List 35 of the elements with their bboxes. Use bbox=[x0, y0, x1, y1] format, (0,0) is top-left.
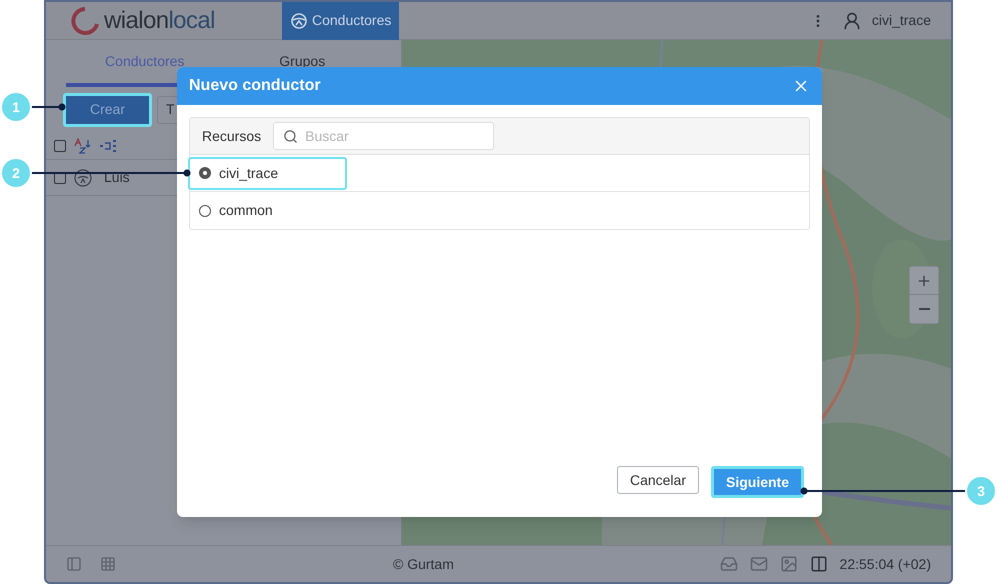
inbox-icon[interactable] bbox=[720, 555, 738, 573]
callout-badge: 1 bbox=[0, 91, 32, 123]
search-icon bbox=[283, 129, 298, 144]
panel-toggle-icon[interactable] bbox=[66, 556, 82, 572]
image-icon[interactable] bbox=[780, 555, 798, 573]
user-name[interactable]: civi_trace bbox=[872, 10, 931, 31]
logo-icon bbox=[70, 6, 100, 36]
resource-option[interactable]: civi_trace bbox=[188, 156, 347, 190]
layout-icon[interactable] bbox=[810, 555, 828, 573]
user-icon[interactable] bbox=[842, 10, 862, 30]
column-label: Recursos bbox=[202, 126, 262, 146]
steering-wheel-icon bbox=[290, 12, 308, 30]
search-field[interactable]: Buscar bbox=[273, 122, 494, 150]
mail-icon[interactable] bbox=[750, 555, 768, 573]
radio-button[interactable] bbox=[199, 204, 211, 216]
grid-icon[interactable] bbox=[100, 556, 116, 572]
leader-line bbox=[30, 103, 66, 111]
copyright-text: © Gurtam bbox=[393, 554, 454, 574]
sort-icon[interactable] bbox=[74, 138, 92, 154]
module-tab[interactable]: Conductores bbox=[282, 2, 400, 40]
logo[interactable]: wialonlocal bbox=[70, 2, 280, 38]
radio-button[interactable] bbox=[199, 167, 211, 179]
cancel-button[interactable]: Cancelar bbox=[616, 466, 699, 494]
row-checkbox[interactable] bbox=[54, 172, 66, 184]
next-button[interactable]: Siguiente bbox=[710, 466, 804, 498]
driver-avatar-icon bbox=[74, 168, 92, 186]
clock-time: 22:55:04 (+02) bbox=[840, 554, 931, 574]
callout-badge: 2 bbox=[0, 157, 32, 189]
callout-badge: 3 bbox=[965, 475, 997, 507]
plus-icon bbox=[916, 272, 932, 288]
group-icon[interactable] bbox=[100, 138, 118, 152]
resource-option[interactable]: common bbox=[188, 194, 347, 227]
minus-icon bbox=[918, 308, 930, 310]
select-all-checkbox[interactable] bbox=[54, 140, 66, 152]
create-button[interactable]: Crear bbox=[63, 92, 152, 126]
